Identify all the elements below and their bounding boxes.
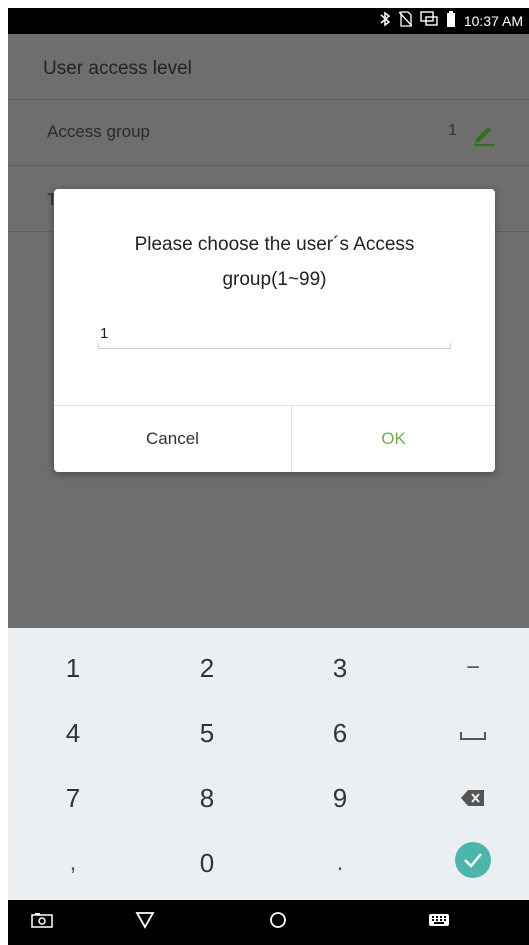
screenshot-button[interactable] [22,900,62,945]
status-bar: 10:37 AM [8,8,529,34]
home-icon [269,911,287,934]
key-4[interactable]: 4 [8,703,138,763]
key-2[interactable]: 2 [142,638,272,698]
clock: 10:37 AM [463,13,523,29]
checkmark-icon [454,841,492,886]
pencil-edit-icon[interactable] [471,120,497,146]
key-8[interactable]: 8 [142,768,272,828]
access-group-input[interactable]: 1 [98,323,451,349]
key-3[interactable]: 3 [275,638,405,698]
key-1[interactable]: 1 [8,638,138,698]
divider [8,165,529,166]
space-icon [459,718,487,749]
screenshot-icon [31,912,53,933]
key-minus[interactable]: − [408,638,529,698]
keyboard-switch-button[interactable] [419,900,459,945]
key-comma[interactable]: , [8,833,138,893]
bluetooth-icon [379,11,391,32]
key-7[interactable]: 7 [8,768,138,828]
key-5[interactable]: 5 [142,703,272,763]
access-group-label: Access group [47,122,150,141]
key-6[interactable]: 6 [275,703,405,763]
screen: 10:37 AM User access level Access group … [8,8,529,945]
access-group-dialog: Please choose the user´s Access group(1~… [54,189,495,472]
divider [8,99,529,100]
cancel-button[interactable]: Cancel [54,406,291,472]
battery-icon [446,10,456,32]
key-0[interactable]: 0 [142,833,272,893]
screen-cast-icon [420,10,438,32]
key-done[interactable] [408,833,529,893]
key-backspace[interactable] [408,768,529,828]
keyboard-icon [428,913,450,932]
key-period[interactable]: . [275,833,405,893]
back-button[interactable] [125,900,165,945]
home-button[interactable] [258,900,298,945]
backspace-icon [460,783,486,814]
ok-button[interactable]: OK [292,406,495,472]
numeric-keyboard: 1 2 3 − 4 5 6 7 8 9 , 0 . [8,628,529,900]
no-sim-icon [398,10,413,32]
page-title: User access level [43,58,192,79]
dialog-message: Please choose the user´s Access group(1~… [134,234,415,290]
navigation-bar [8,900,529,945]
access-group-value: 1 [448,122,457,139]
key-space[interactable] [408,703,529,763]
key-9[interactable]: 9 [275,768,405,828]
back-icon [135,911,155,934]
